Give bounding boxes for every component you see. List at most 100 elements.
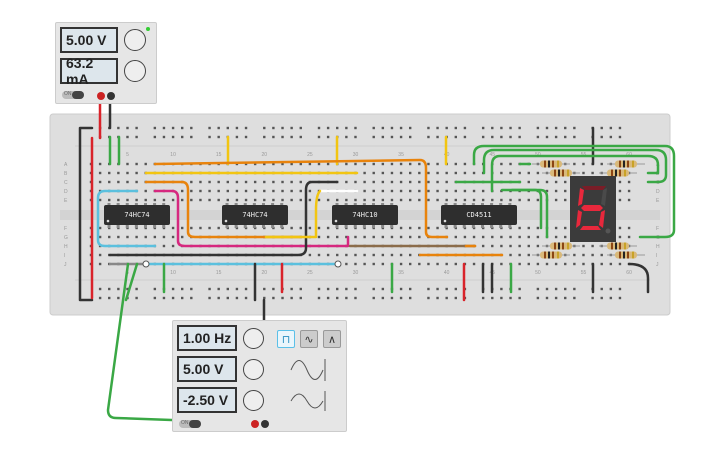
breadboard-hole[interactable] — [418, 189, 421, 193]
rail-hole[interactable] — [98, 296, 102, 300]
breadboard-hole[interactable] — [436, 180, 439, 184]
rail-hole[interactable] — [217, 135, 220, 139]
rail-hole[interactable] — [299, 287, 302, 291]
breadboard-hole[interactable] — [354, 180, 357, 184]
breadboard-hole[interactable] — [536, 180, 540, 184]
rail-hole[interactable] — [336, 126, 339, 130]
breadboard-hole[interactable] — [527, 262, 530, 266]
rail-hole[interactable] — [272, 296, 275, 300]
rail-hole[interactable] — [272, 287, 275, 291]
breadboard-hole[interactable] — [190, 198, 193, 202]
rail-hole[interactable] — [190, 135, 193, 139]
breadboard-hole[interactable] — [527, 198, 530, 202]
breadboard-hole[interactable] — [491, 244, 494, 248]
rail-hole[interactable] — [454, 287, 457, 291]
rail-hole[interactable] — [117, 287, 120, 291]
breadboard-hole[interactable] — [399, 171, 403, 175]
function-generator[interactable]: 1.00 Hz 5.00 V -2.50 V ⊓ ∿ ∧ ON — [172, 320, 347, 432]
rail-hole[interactable] — [618, 287, 622, 291]
breadboard-hole[interactable] — [536, 226, 540, 230]
breadboard-hole[interactable] — [372, 253, 375, 257]
wire-endpoint[interactable] — [334, 260, 342, 268]
rail-hole[interactable] — [153, 126, 157, 130]
rail-hole[interactable] — [345, 296, 348, 300]
breadboard-hole[interactable] — [272, 189, 275, 193]
breadboard-hole[interactable] — [190, 226, 193, 230]
rail-hole[interactable] — [427, 126, 430, 130]
breadboard-hole[interactable] — [317, 198, 321, 202]
breadboard-hole[interactable] — [135, 162, 138, 166]
breadboard-hole[interactable] — [381, 189, 385, 193]
rail-hole[interactable] — [591, 296, 594, 300]
breadboard-hole[interactable] — [354, 262, 357, 266]
breadboard-hole[interactable] — [336, 235, 339, 239]
breadboard-hole[interactable] — [454, 235, 457, 239]
breadboard-hole[interactable] — [427, 262, 430, 266]
rail-hole[interactable] — [573, 135, 576, 139]
breadboard-hole[interactable] — [554, 189, 558, 193]
breadboard-hole[interactable] — [208, 198, 211, 202]
breadboard-hole[interactable] — [208, 189, 211, 193]
rail-hole[interactable] — [235, 287, 239, 291]
breadboard-hole[interactable] — [445, 171, 448, 175]
rail-hole[interactable] — [153, 287, 157, 291]
breadboard-hole[interactable] — [536, 262, 540, 266]
rail-hole[interactable] — [190, 296, 193, 300]
rail-hole[interactable] — [281, 126, 284, 130]
breadboard-hole[interactable] — [117, 171, 120, 175]
rail-hole[interactable] — [436, 287, 439, 291]
rail-hole[interactable] — [226, 126, 229, 130]
rail-hole[interactable] — [317, 126, 321, 130]
breadboard-hole[interactable] — [436, 189, 439, 193]
breadboard-hole[interactable] — [363, 171, 366, 175]
rail-hole[interactable] — [609, 287, 613, 291]
rail-hole[interactable] — [463, 135, 467, 139]
breadboard-hole[interactable] — [399, 226, 403, 230]
rail-hole[interactable] — [217, 296, 220, 300]
breadboard-hole[interactable] — [281, 180, 284, 184]
breadboard-hole[interactable] — [418, 198, 421, 202]
breadboard-hole[interactable] — [418, 162, 421, 166]
breadboard-hole[interactable] — [554, 226, 558, 230]
breadboard-hole[interactable] — [509, 253, 512, 257]
breadboard-hole[interactable] — [135, 235, 138, 239]
breadboard-hole[interactable] — [564, 235, 567, 239]
rail-hole[interactable] — [491, 135, 494, 139]
breadboard-hole[interactable] — [235, 198, 239, 202]
rail-hole[interactable] — [290, 135, 293, 139]
breadboard-hole[interactable] — [263, 180, 266, 184]
breadboard-hole[interactable] — [500, 235, 503, 239]
breadboard-hole[interactable] — [190, 189, 193, 193]
breadboard-hole[interactable] — [126, 162, 129, 166]
breadboard-hole[interactable] — [226, 180, 229, 184]
breadboard-hole[interactable] — [98, 262, 102, 266]
breadboard-hole[interactable] — [418, 262, 421, 266]
breadboard-hole[interactable] — [463, 235, 467, 239]
rail-hole[interactable] — [117, 296, 120, 300]
rail-hole[interactable] — [618, 126, 622, 130]
breadboard-hole[interactable] — [190, 180, 193, 184]
rail-hole[interactable] — [372, 287, 375, 291]
breadboard-hole[interactable] — [564, 262, 567, 266]
rail-hole[interactable] — [600, 126, 603, 130]
breadboard-hole[interactable] — [582, 162, 585, 166]
breadboard-hole[interactable] — [345, 180, 348, 184]
breadboard-hole[interactable] — [418, 180, 421, 184]
rail-hole[interactable] — [454, 135, 457, 139]
breadboard-hole[interactable] — [144, 198, 147, 202]
rail-hole[interactable] — [235, 126, 239, 130]
breadboard-hole[interactable] — [554, 198, 558, 202]
rail-hole[interactable] — [427, 296, 430, 300]
breadboard-hole[interactable] — [381, 253, 385, 257]
breadboard-hole[interactable] — [481, 235, 485, 239]
breadboard-hole[interactable] — [454, 162, 457, 166]
rail-hole[interactable] — [399, 287, 403, 291]
rail-hole[interactable] — [290, 126, 293, 130]
breadboard-hole[interactable] — [436, 262, 439, 266]
breadboard-hole[interactable] — [536, 198, 540, 202]
rail-hole[interactable] — [345, 126, 348, 130]
breadboard-hole[interactable] — [181, 189, 184, 193]
rail-hole[interactable] — [290, 296, 293, 300]
breadboard-hole[interactable] — [454, 189, 457, 193]
rail-hole[interactable] — [217, 287, 220, 291]
